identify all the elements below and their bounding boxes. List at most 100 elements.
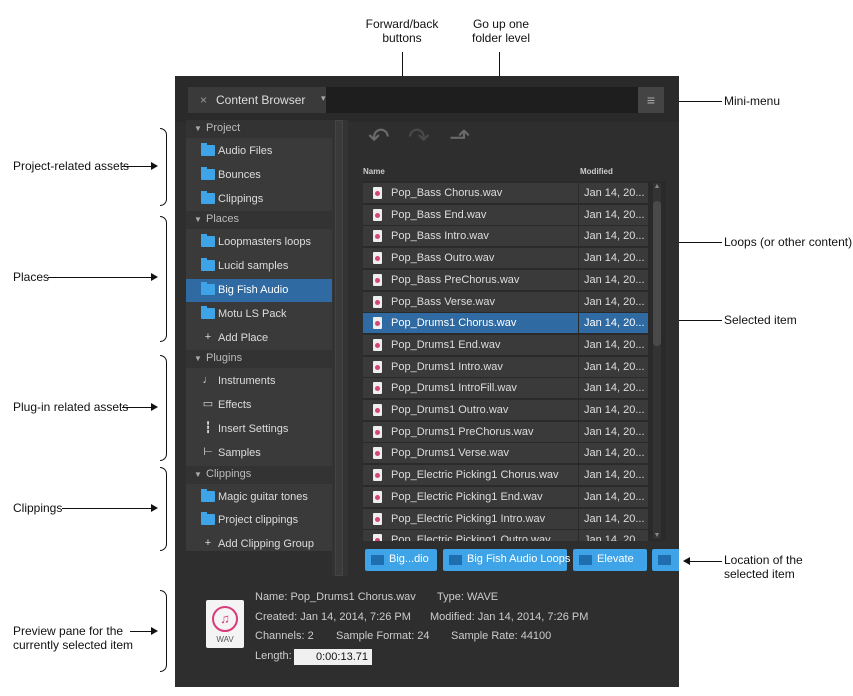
file-row[interactable]: Pop_Drums1 Intro.wav Jan 14, 20... <box>363 356 648 378</box>
sidebar-item[interactable]: Loopmasters loops <box>186 231 332 254</box>
close-icon[interactable]: × <box>200 93 207 107</box>
sidebar-item-label: Clippings <box>218 192 264 205</box>
sidebar-item[interactable]: ┇ Insert Settings <box>186 418 332 441</box>
sidebar-item[interactable]: Bounces <box>186 164 332 187</box>
preview-type: Type: WAVE <box>437 591 499 603</box>
up-folder-button[interactable]: ⬏ <box>449 122 471 153</box>
music-note-icon: ♫ <box>212 606 238 632</box>
file-row[interactable]: Pop_Drums1 IntroFill.wav Jan 14, 20... <box>363 378 648 400</box>
sidebar-item-label: Magic guitar tones <box>218 490 308 503</box>
leader-project <box>122 166 152 167</box>
sidebar-item-label: Project clippings <box>218 514 299 527</box>
sidebar-item[interactable]: + Add Place <box>186 327 332 350</box>
sidebar-item[interactable]: Magic guitar tones <box>186 486 332 509</box>
file-row[interactable]: Pop_Bass PreChorus.wav Jan 14, 20... <box>363 269 648 291</box>
sidebar-item[interactable]: ⊢ Samples <box>186 442 332 465</box>
file-row[interactable]: Pop_Electric Picking1 Chorus.wav Jan 14, … <box>363 465 648 487</box>
file-row[interactable]: Pop_Electric Picking1 End.wav Jan 14, 20.… <box>363 486 648 508</box>
preview-name: Name: Pop_Drums1 Chorus.wav <box>255 591 416 603</box>
file-row[interactable]: Pop_Bass Outro.wav Jan 14, 20... <box>363 248 648 270</box>
file-row[interactable]: Pop_Drums1 PreChorus.wav Jan 14, 20... <box>363 421 648 443</box>
file-row[interactable]: Pop_Electric Picking1 Intro.wav Jan 14, 2… <box>363 508 648 530</box>
breadcrumb-label: Big Fish Audio Loops <box>467 553 571 565</box>
file-row[interactable]: Pop_Bass Verse.wav Jan 14, 20... <box>363 291 648 313</box>
tab-content-browser[interactable]: × Content Browser ▾ <box>188 87 326 113</box>
column-name-header[interactable]: Name <box>363 167 385 176</box>
folder-icon <box>201 166 215 180</box>
sidebar-section-project[interactable]: ▼ Project <box>186 120 332 138</box>
audio-file-icon <box>373 273 382 286</box>
breadcrumb-item[interactable]: Elevate <box>573 549 647 571</box>
file-row[interactable]: Pop_Bass Intro.wav Jan 14, 20... <box>363 226 648 248</box>
sidebar-splitter[interactable] <box>332 120 348 576</box>
chevron-down-icon[interactable]: ▾ <box>321 93 326 104</box>
arrow-places <box>151 273 158 281</box>
callout-location: Location of the selected item <box>724 553 803 581</box>
plus-icon: + <box>204 330 212 343</box>
folder-icon <box>201 305 215 319</box>
file-modified: Jan 14, 20... <box>584 490 645 503</box>
sidebar-item[interactable]: Audio Files <box>186 140 332 163</box>
arrow-project <box>151 162 158 170</box>
leader-clippings <box>62 508 152 509</box>
file-name: Pop_Drums1 Verse.wav <box>391 447 509 460</box>
mini-menu-button[interactable]: ≡ <box>638 87 664 113</box>
column-modified-header[interactable]: Modified <box>580 167 613 176</box>
sidebar-item[interactable]: Big Fish Audio <box>186 279 332 302</box>
sidebar-item-label: Insert Settings <box>218 423 289 435</box>
file-row[interactable]: Pop_Drums1 Verse.wav Jan 14, 20... <box>363 443 648 465</box>
file-name: Pop_Electric Picking1 End.wav <box>391 490 543 503</box>
sidebar-item[interactable]: ♩ Instruments <box>186 370 332 393</box>
sidebar-item[interactable]: Motu LS Pack <box>186 303 332 326</box>
file-name: Pop_Bass Verse.wav <box>391 295 495 308</box>
callout-plugin-assets: Plug-in related assets <box>13 400 129 414</box>
scrollbar-thumb[interactable] <box>653 201 661 346</box>
sidebar-section-label: Clippings <box>206 467 252 480</box>
audio-file-icon <box>373 469 382 482</box>
callout-project-assets: Project-related assets <box>13 159 130 173</box>
file-row[interactable]: Pop_Electric Picking1 Outro.wav Jan 14, 2… <box>363 530 648 541</box>
disclosure-triangle-icon[interactable]: ▼ <box>194 124 202 133</box>
scroll-down-icon[interactable]: ▼ <box>653 532 661 539</box>
breadcrumb-item[interactable]: Big Fish Audio Loops <box>443 549 571 571</box>
sidebar-item[interactable]: Clippings <box>186 188 332 211</box>
disclosure-triangle-icon[interactable]: ▼ <box>194 215 202 224</box>
scroll-up-icon[interactable]: ▲ <box>653 183 661 190</box>
breadcrumb-item[interactable] <box>652 549 679 571</box>
sidebar-item[interactable]: Lucid samples <box>186 255 332 278</box>
sidebar-item-label: Lucid samples <box>218 260 289 273</box>
back-button[interactable]: ↶ <box>368 122 390 153</box>
forward-button[interactable]: ↷ <box>408 122 430 153</box>
file-row[interactable]: Pop_Bass Chorus.wav Jan 14, 20... <box>363 183 648 204</box>
sidebar-item[interactable]: ▭ Effects <box>186 394 332 417</box>
file-modified: Jan 14, 20... <box>584 295 645 308</box>
file-modified: Jan 14, 20... <box>584 382 645 395</box>
tab-bar-fill <box>326 87 638 113</box>
folder-icon <box>201 234 215 248</box>
file-modified: Jan 14, 20... <box>584 273 645 286</box>
folder-icon <box>201 512 215 526</box>
sidebar-section-plugins[interactable]: ▼ Plugins <box>186 350 332 369</box>
breadcrumb-item[interactable]: Big...dio <box>365 549 437 571</box>
file-row[interactable]: Pop_Drums1 Chorus.wav Jan 14, 20... <box>363 313 648 335</box>
file-row[interactable]: Pop_Drums1 Outro.wav Jan 14, 20... <box>363 400 648 421</box>
file-name: Pop_Drums1 End.wav <box>391 338 501 351</box>
vertical-scrollbar[interactable]: ▲ ▼ <box>653 183 661 539</box>
length-field[interactable]: 0:00:13.71 <box>294 649 372 665</box>
callout-preview-pane: Preview pane for the currently selected … <box>13 624 134 652</box>
sidebar-item[interactable]: + Add Clipping Group <box>186 533 332 556</box>
disclosure-triangle-icon[interactable]: ▼ <box>194 470 202 479</box>
file-modified: Jan 14, 20... <box>584 187 645 199</box>
sidebar-section-places[interactable]: ▼ Places <box>186 211 332 230</box>
folder-icon <box>201 190 215 204</box>
sidebar-section-label: Plugins <box>206 352 243 365</box>
arrow-location <box>683 557 690 565</box>
file-row[interactable]: Pop_Drums1 End.wav Jan 14, 20... <box>363 334 648 356</box>
sidebar-item-label: Add Clipping Group <box>218 538 315 551</box>
file-row[interactable]: Pop_Bass End.wav Jan 14, 20... <box>363 204 648 226</box>
insert-icon: ┇ <box>204 422 212 434</box>
brace-clippings <box>160 467 167 551</box>
sidebar-section-clippings[interactable]: ▼ Clippings <box>186 465 332 484</box>
disclosure-triangle-icon[interactable]: ▼ <box>194 354 202 363</box>
sidebar-item[interactable]: Project clippings <box>186 509 332 532</box>
